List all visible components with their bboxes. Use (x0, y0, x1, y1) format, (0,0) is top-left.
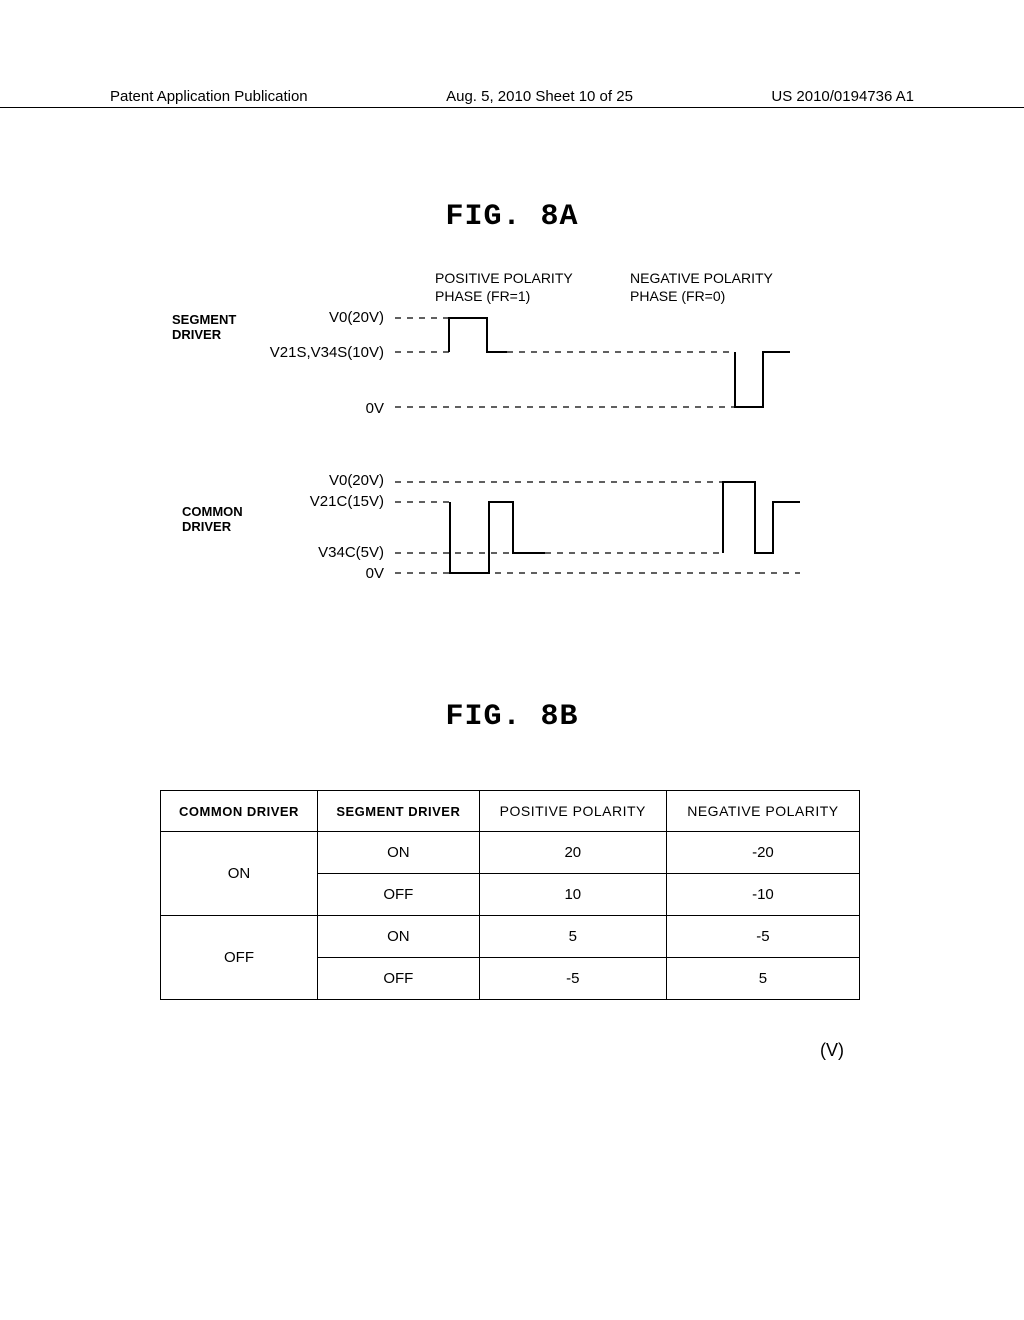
cell-neg: 5 (666, 958, 859, 1000)
header-right: US 2010/0194736 A1 (771, 88, 914, 105)
segment-0v-label: 0V (366, 400, 384, 417)
negative-polarity-line1: NEGATIVE POLARITY (630, 270, 773, 286)
header-common-driver: COMMON DRIVER (161, 791, 318, 832)
voltage-table: COMMON DRIVER SEGMENT DRIVER POSITIVE PO… (160, 790, 860, 1000)
cell-segment: ON (317, 916, 479, 958)
common-driver-line2: DRIVER (182, 519, 231, 534)
header-negative-polarity: NEGATIVE POLARITY (666, 791, 859, 832)
common-v34c-label: V34C(5V) (318, 544, 384, 561)
segment-driver-label: SEGMENT DRIVER (172, 313, 252, 343)
cell-neg: -5 (666, 916, 859, 958)
cell-common-on: ON (161, 832, 318, 916)
cell-pos: 20 (479, 832, 666, 874)
cell-segment: OFF (317, 874, 479, 916)
common-driver-label: COMMON DRIVER (182, 505, 262, 535)
cell-pos: 10 (479, 874, 666, 916)
positive-polarity-label: POSITIVE POLARITY PHASE (FR=1) (435, 270, 573, 305)
segment-driver-line2: DRIVER (172, 327, 221, 342)
negative-polarity-label: NEGATIVE POLARITY PHASE (FR=0) (630, 270, 773, 305)
table-header-row: COMMON DRIVER SEGMENT DRIVER POSITIVE PO… (161, 791, 860, 832)
common-waveform-trace (450, 482, 800, 573)
header-segment-driver: SEGMENT DRIVER (317, 791, 479, 832)
negative-polarity-line2: PHASE (FR=0) (630, 288, 725, 304)
segment-driver-line1: SEGMENT (172, 312, 236, 327)
cell-common-off: OFF (161, 916, 318, 1000)
figure-8a-title: FIG. 8A (0, 200, 1024, 234)
segment-v21s-label: V21S,V34S(10V) (270, 344, 384, 361)
unit-label: (V) (820, 1040, 844, 1061)
segment-v0-label: V0(20V) (329, 309, 384, 326)
positive-polarity-line1: POSITIVE POLARITY (435, 270, 573, 286)
figure-8b-title: FIG. 8B (0, 700, 1024, 734)
voltage-table-wrap: COMMON DRIVER SEGMENT DRIVER POSITIVE PO… (160, 790, 860, 1000)
segment-waveform-trace (449, 318, 790, 407)
common-v21c-label: V21C(15V) (310, 493, 384, 510)
common-driver-waveform (395, 478, 805, 578)
table-row: ON ON 20 -20 (161, 832, 860, 874)
cell-segment: OFF (317, 958, 479, 1000)
header-mid: Aug. 5, 2010 Sheet 10 of 25 (446, 88, 633, 105)
common-driver-line1: COMMON (182, 504, 243, 519)
header-positive-polarity: POSITIVE POLARITY (479, 791, 666, 832)
table-row: OFF ON 5 -5 (161, 916, 860, 958)
cell-neg: -10 (666, 874, 859, 916)
cell-neg: -20 (666, 832, 859, 874)
page-header: Patent Application Publication Aug. 5, 2… (0, 88, 1024, 108)
common-0v-label: 0V (366, 565, 384, 582)
segment-waveform-svg (395, 312, 805, 412)
positive-polarity-line2: PHASE (FR=1) (435, 288, 530, 304)
segment-driver-waveform (395, 312, 805, 412)
common-waveform-svg (395, 478, 805, 578)
cell-pos: -5 (479, 958, 666, 1000)
header-left: Patent Application Publication (110, 88, 308, 105)
cell-segment: ON (317, 832, 479, 874)
cell-pos: 5 (479, 916, 666, 958)
common-v0-label: V0(20V) (329, 472, 384, 489)
